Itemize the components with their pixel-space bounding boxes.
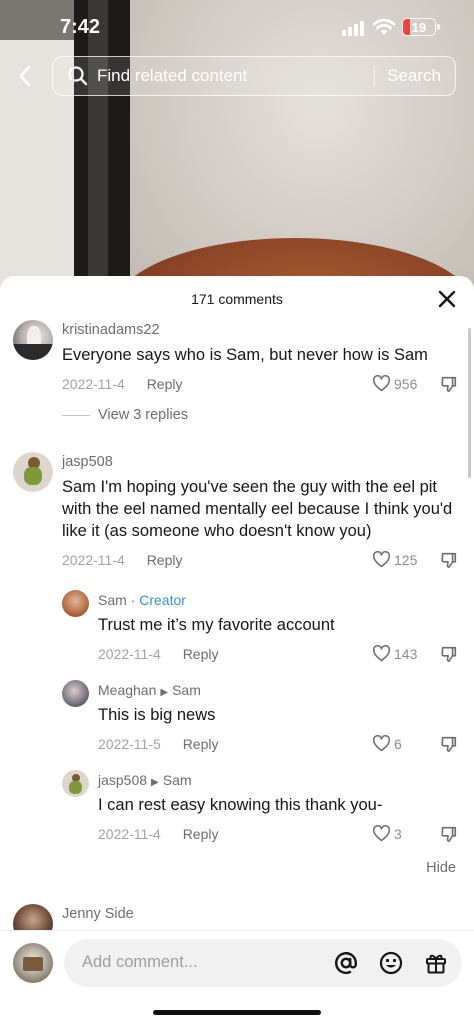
- comment-input-placeholder: Add comment...: [82, 953, 198, 971]
- like-button[interactable]: 956: [372, 375, 417, 392]
- gift-icon[interactable]: [424, 951, 448, 975]
- like-button[interactable]: 125: [372, 551, 417, 568]
- comment-date: 2022-11-4: [62, 376, 125, 392]
- like-button[interactable]: 3: [372, 825, 402, 842]
- reply-button[interactable]: Reply: [147, 552, 183, 568]
- view-replies-button[interactable]: View 3 replies: [62, 407, 188, 423]
- battery-level: 19: [411, 19, 427, 35]
- reply-username[interactable]: jasp508 ▶ Sam: [98, 772, 192, 788]
- reply-text: This is big news: [98, 706, 216, 724]
- like-count: 3: [394, 825, 402, 842]
- avatar[interactable]: [62, 590, 89, 617]
- heart-icon: [372, 375, 391, 392]
- reply-button[interactable]: Reply: [183, 826, 219, 842]
- reply-username[interactable]: Sam · Creator: [98, 592, 186, 608]
- reply-date: 2022-11-5: [98, 736, 161, 752]
- comments-sheet: 171 comments kristinadams22 Everyone say…: [0, 276, 474, 1025]
- reply-to-arrow-icon: ▶: [151, 777, 159, 788]
- hide-replies-button[interactable]: Hide: [426, 860, 456, 876]
- like-button[interactable]: 6: [372, 735, 402, 752]
- reply-date: 2022-11-4: [98, 646, 161, 662]
- comment-input[interactable]: Add comment...: [64, 939, 462, 987]
- chevron-left-icon: [19, 65, 31, 87]
- comment-text: Everyone says who is Sam, but never how …: [62, 346, 428, 364]
- creator-badge: Creator: [139, 592, 186, 608]
- cellular-signal-icon: [342, 20, 366, 36]
- search-input[interactable]: Find related content: [97, 66, 374, 86]
- heart-icon: [372, 825, 391, 842]
- reply-meta: 2022-11-4 Reply: [98, 646, 218, 662]
- reply-date: 2022-11-4: [98, 826, 161, 842]
- avatar[interactable]: [13, 452, 53, 492]
- dislike-icon[interactable]: [440, 645, 458, 663]
- reply-username-text: jasp508: [98, 772, 148, 788]
- like-count: 956: [394, 375, 418, 392]
- reply-to-arrow-icon: ▶: [160, 687, 169, 698]
- reply-username-text: Meaghan: [98, 682, 157, 698]
- battery-fill: [403, 19, 411, 35]
- home-indicator[interactable]: [153, 1010, 321, 1015]
- reply-meta: 2022-11-5 Reply: [98, 736, 218, 752]
- like-button[interactable]: 143: [372, 645, 417, 662]
- reply-button[interactable]: Reply: [183, 646, 219, 662]
- battery-tip: [437, 24, 440, 30]
- battery-icon: 19: [402, 18, 436, 36]
- my-avatar[interactable]: [13, 943, 53, 983]
- mention-icon[interactable]: [334, 951, 358, 975]
- scrollbar[interactable]: [468, 328, 471, 478]
- reply-text: I can rest easy knowing this thank you-: [98, 796, 383, 814]
- search-bar[interactable]: Find related content Search: [52, 56, 456, 96]
- search-button[interactable]: Search: [375, 66, 455, 86]
- view-replies-label: View 3 replies: [98, 407, 189, 423]
- close-icon[interactable]: [438, 290, 456, 308]
- reply-text: Trust me it’s my favorite account: [98, 616, 335, 634]
- search-icon: [68, 66, 88, 86]
- reply-button[interactable]: Reply: [147, 376, 183, 392]
- status-bar: 7:42 19: [0, 0, 474, 56]
- dislike-icon[interactable]: [440, 551, 458, 569]
- reply-to-user: Sam: [172, 682, 201, 698]
- comments-count: 171 comments: [191, 291, 283, 307]
- comment-meta: 2022-11-4 Reply: [62, 552, 182, 568]
- like-count: 143: [394, 645, 418, 662]
- heart-icon: [372, 645, 391, 662]
- comments-header: 171 comments: [0, 276, 474, 322]
- like-count: 125: [394, 551, 418, 568]
- reply-button[interactable]: Reply: [183, 736, 219, 752]
- wifi-icon: [372, 18, 396, 35]
- comment-username[interactable]: kristinadams22: [62, 322, 160, 338]
- avatar[interactable]: [62, 770, 89, 797]
- comment-text: Sam I'm hoping you've seen the guy with …: [62, 478, 453, 540]
- comment-date: 2022-11-4: [62, 552, 125, 568]
- heart-icon: [372, 551, 391, 568]
- like-count: 6: [394, 735, 402, 752]
- comment-username[interactable]: Jenny Side: [62, 906, 134, 922]
- reply-meta: 2022-11-4 Reply: [98, 826, 218, 842]
- dislike-icon[interactable]: [440, 825, 458, 843]
- reply-username-text: Sam: [98, 592, 127, 608]
- back-button[interactable]: [12, 62, 38, 90]
- view-replies-line: [62, 414, 90, 416]
- avatar[interactable]: [62, 680, 89, 707]
- emoji-icon[interactable]: [379, 951, 403, 975]
- dislike-icon[interactable]: [440, 375, 458, 393]
- heart-icon: [372, 735, 391, 752]
- dislike-icon[interactable]: [440, 735, 458, 753]
- avatar[interactable]: [13, 320, 53, 360]
- comment-meta: 2022-11-4 Reply: [62, 376, 182, 392]
- status-time: 7:42: [60, 16, 101, 38]
- reply-to-user: Sam: [162, 772, 192, 788]
- comment-username[interactable]: jasp508: [62, 454, 113, 470]
- reply-username[interactable]: Meaghan ▶ Sam: [98, 682, 201, 698]
